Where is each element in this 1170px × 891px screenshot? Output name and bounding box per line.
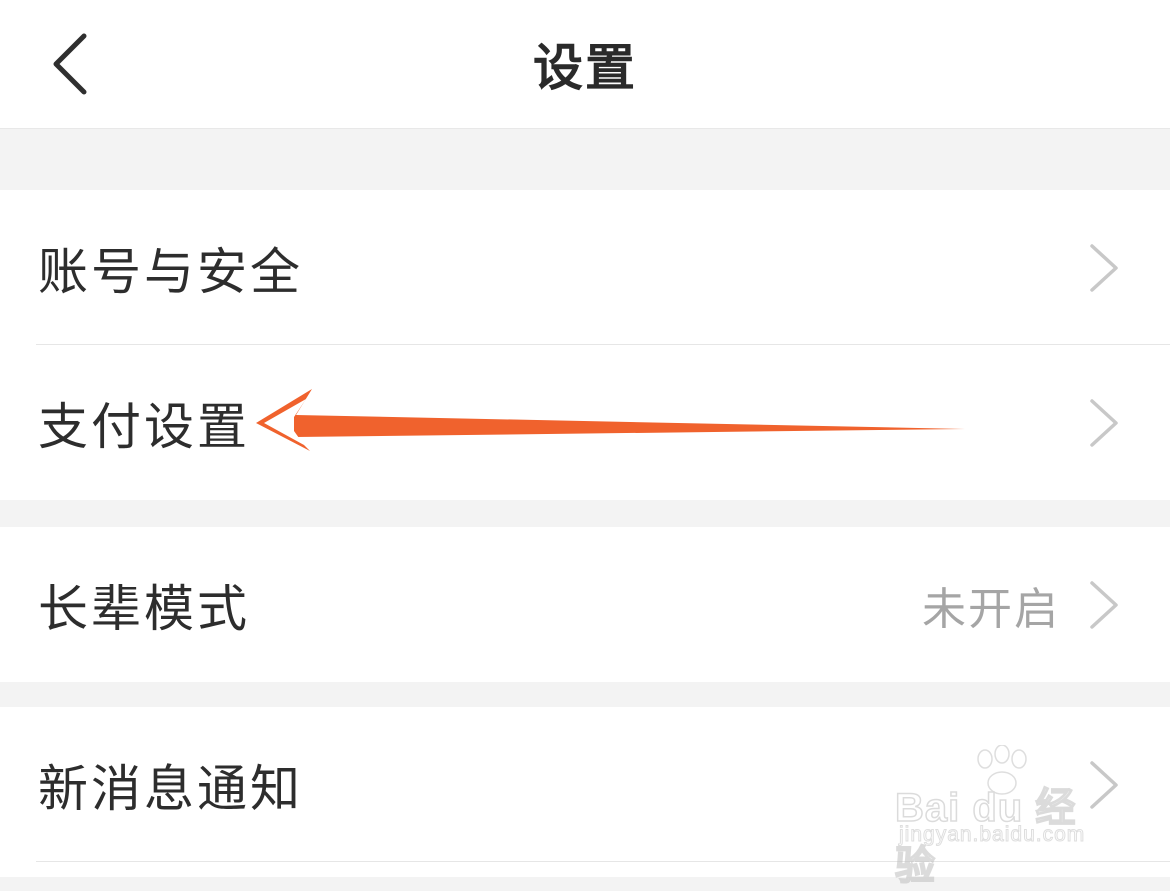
settings-item-label: 账号与安全	[38, 242, 303, 301]
nav-header: 设置	[0, 0, 1170, 129]
chevron-right-icon	[1090, 580, 1118, 629]
chevron-right-icon	[1090, 243, 1118, 292]
watermark: Bai du 经验 jingyan.baidu.com	[894, 745, 1115, 889]
settings-item-label: 支付设置	[38, 397, 250, 456]
watermark-url: jingyan.baidu.com	[898, 823, 1086, 847]
settings-item-label: 新消息通知	[38, 759, 303, 818]
chevron-right-icon	[1090, 398, 1118, 447]
page-title: 设置	[533, 39, 637, 97]
settings-item-label: 长辈模式	[38, 579, 250, 638]
annotation-arrow	[256, 389, 965, 451]
settings-item-elder-mode[interactable]: 长辈模式 未开启	[0, 527, 1170, 682]
settings-group-elder: 长辈模式 未开启	[0, 527, 1170, 682]
settings-item-account-security[interactable]: 账号与安全	[0, 190, 1170, 345]
settings-item-value: 未开启	[922, 583, 1060, 635]
